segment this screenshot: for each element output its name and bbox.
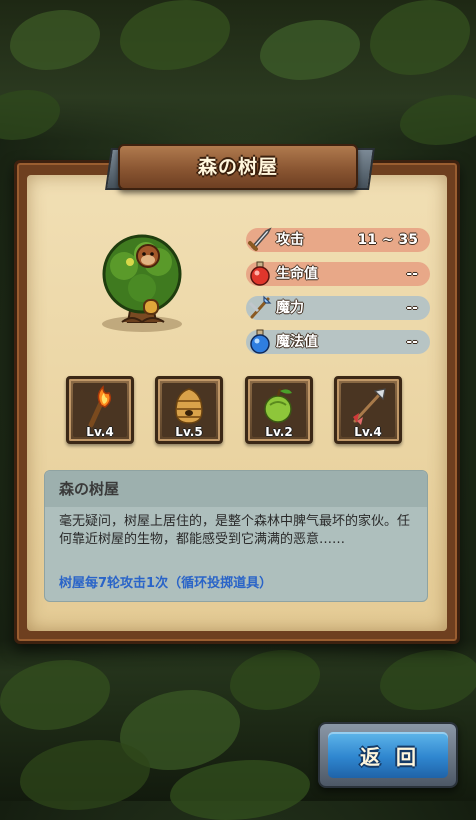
item-level: Lv.4 [86, 425, 114, 439]
stat-value: -- [406, 266, 418, 282]
stat-value: 11 ~ 35 [357, 232, 418, 248]
stat-label: 魔力 [276, 300, 304, 316]
stat-row-mana: 魔法值 -- [246, 329, 430, 354]
back-button-face: 返回 [328, 732, 448, 778]
stat-row-attack: 攻击 11 ~ 35 [246, 227, 430, 252]
stat-value: -- [406, 300, 418, 316]
description-box: 森の树屋 毫无疑问，树屋上居住的，是整个森林中脾气最坏的家伙。任何靠近树屋的生物… [44, 470, 428, 602]
magic-staff-icon [248, 295, 272, 319]
stat-label: 魔法值 [276, 334, 318, 350]
green-fruit-icon [264, 388, 292, 423]
sword-icon [248, 227, 272, 251]
description-note: 树屋每7轮攻击1次（循环投掷道具） [59, 576, 273, 591]
stat-label: 生命值 [276, 266, 318, 282]
back-button[interactable]: 返回 [318, 722, 458, 788]
item-level: Lv.2 [265, 425, 293, 439]
torch-icon [88, 385, 112, 428]
stat-row-health: 生命值 -- [246, 261, 430, 286]
treehouse-portrait [102, 234, 182, 332]
mana-potion-icon [250, 329, 270, 354]
item-slot-arrow[interactable]: Lv.4 [334, 376, 402, 444]
arrow-icon [353, 388, 386, 425]
description-text: 毫无疑问，树屋上居住的，是整个森林中脾气最坏的家伙。任何靠近树屋的生物，都能感受… [59, 514, 411, 547]
back-button-label: 返回 [360, 745, 432, 769]
item-level: Lv.5 [175, 425, 203, 439]
description-title: 森の树屋 [59, 480, 120, 498]
beehive-icon [175, 388, 203, 424]
stat-label: 攻击 [276, 232, 304, 248]
item-slot-torch[interactable]: Lv.4 [66, 376, 134, 444]
item-level: Lv.4 [354, 425, 382, 439]
stat-value: -- [406, 334, 418, 350]
health-potion-icon [250, 261, 270, 286]
item-slot-fruit[interactable]: Lv.2 [245, 376, 313, 444]
item-slot-beehive[interactable]: Lv.5 [155, 376, 223, 444]
stat-row-magic: 魔力 -- [246, 295, 430, 320]
page-title: 森の树屋 [197, 156, 278, 178]
